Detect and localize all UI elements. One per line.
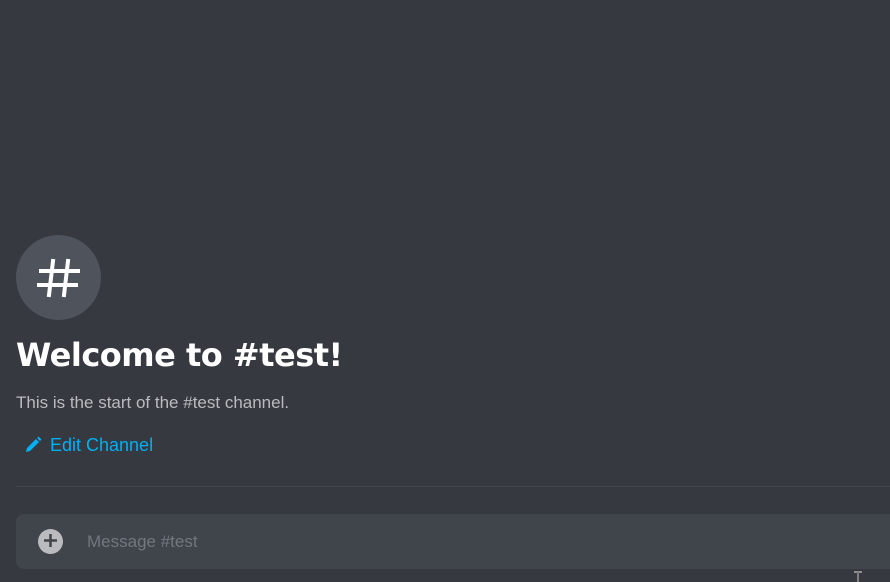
hashtag-icon bbox=[36, 255, 82, 301]
edit-channel-label: Edit Channel bbox=[50, 435, 154, 455]
divider bbox=[16, 486, 890, 487]
text-cursor-icon bbox=[853, 569, 863, 582]
pencil-icon bbox=[24, 436, 42, 454]
channel-avatar bbox=[16, 235, 101, 320]
welcome-title: Welcome to #test! bbox=[16, 336, 343, 374]
chat-area: Welcome to #test! This is the start of t… bbox=[0, 0, 890, 582]
plus-icon bbox=[44, 532, 57, 551]
attach-button[interactable] bbox=[38, 529, 63, 554]
message-composer bbox=[16, 514, 890, 569]
edit-channel-button[interactable]: Edit Channel bbox=[24, 433, 153, 457]
welcome-subtitle: This is the start of the #test channel. bbox=[16, 393, 290, 412]
message-input[interactable] bbox=[87, 526, 890, 557]
